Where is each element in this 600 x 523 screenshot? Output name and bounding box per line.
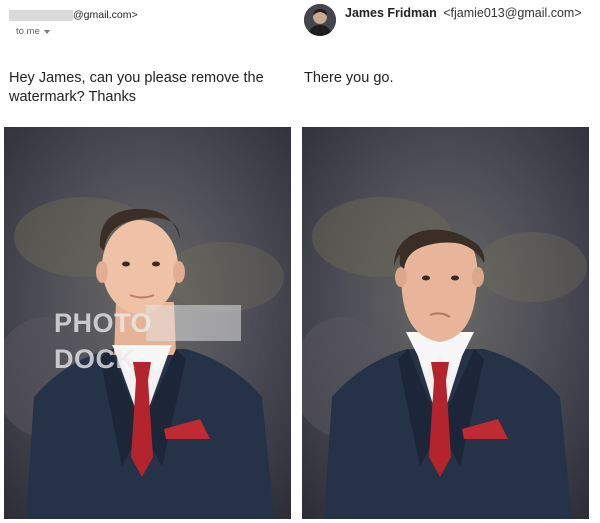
left-email-panel: @gmail.com> to me Hey James, can you ple… bbox=[0, 0, 298, 523]
watermark-text: PHOTO DOCK bbox=[54, 308, 153, 374]
avatar[interactable] bbox=[304, 4, 336, 36]
reply-message: There you go. bbox=[304, 70, 394, 86]
redacted-name-block bbox=[9, 9, 73, 21]
sender-address: <fjamie013@gmail.com> bbox=[443, 6, 582, 20]
recipient-dropdown[interactable]: to me bbox=[16, 26, 50, 37]
sender-email: @gmail.com> bbox=[73, 9, 138, 21]
sender-name: James Fridman bbox=[345, 6, 437, 20]
original-photo: PHOTO DOCK bbox=[4, 127, 291, 519]
request-message: Hey James, can you please remove the wat… bbox=[9, 70, 264, 105]
right-email-panel: James Fridman <fjamie013@gmail.com> Ther… bbox=[298, 0, 600, 523]
chevron-down-icon bbox=[43, 29, 50, 34]
recipient-label: to me bbox=[16, 26, 40, 37]
portrait-image bbox=[302, 127, 589, 519]
sender-email-row[interactable]: @gmail.com> bbox=[9, 8, 138, 22]
avatar-image bbox=[304, 4, 336, 36]
edited-photo bbox=[302, 127, 589, 519]
sender-line: James Fridman <fjamie013@gmail.com> bbox=[345, 6, 582, 20]
watermark: PHOTO DOCK bbox=[52, 305, 241, 374]
